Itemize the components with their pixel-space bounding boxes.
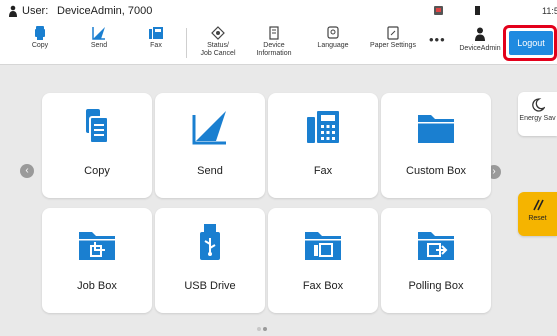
energy-saver-button[interactable]: Energy Sav (518, 92, 557, 136)
toolbar-send-button[interactable]: Send (84, 22, 114, 64)
toolbar-send-label: Send (90, 42, 108, 49)
admin-name: DeviceAdmin (459, 45, 501, 52)
toolbar-status-button[interactable]: Status/ Job Cancel (196, 22, 240, 64)
tile-copy[interactable]: Copy (42, 93, 152, 198)
energy-saver-label: Energy Sav (519, 115, 556, 122)
reset-icon (532, 199, 544, 211)
toolbar-status-label2: Job Cancel (200, 50, 236, 57)
logout-highlight: Logout (503, 25, 557, 61)
tile-polling-box[interactable]: Polling Box (381, 208, 491, 313)
tile-job-box-label: Job Box (77, 280, 117, 292)
more-options-icon[interactable]: ••• (429, 32, 446, 47)
tile-fax-box-label: Fax Box (302, 280, 344, 292)
send-icon (192, 111, 226, 145)
battery-icon (475, 6, 480, 15)
toolbar-device-info-button[interactable]: Device Information (252, 22, 296, 64)
moon-icon (531, 98, 545, 112)
admin-user-icon (475, 27, 485, 41)
page-dot-active (263, 327, 267, 331)
status-icon (211, 26, 225, 40)
device-status-icon[interactable] (434, 6, 443, 15)
previous-page-button[interactable]: ‹ (20, 164, 34, 178)
toolbar-paper-settings-label: Paper Settings (370, 42, 416, 49)
user-icon (9, 5, 17, 17)
tile-custom-box[interactable]: Custom Box (381, 93, 491, 198)
toolbar-language-label: Language (317, 42, 349, 49)
copy-icon (35, 26, 45, 40)
toolbar-divider (186, 28, 187, 58)
job-box-icon (79, 232, 115, 260)
toolbar-device-info-label1: Device (263, 42, 285, 49)
tile-usb-drive[interactable]: USB Drive (155, 208, 265, 313)
usb-drive-icon (200, 224, 220, 260)
reset-label: Reset (528, 215, 547, 222)
toolbar-fax-label: Fax (150, 42, 162, 49)
tile-polling-box-label: Polling Box (408, 280, 464, 292)
user-value: DeviceAdmin, 7000 (57, 5, 153, 17)
tile-job-box[interactable]: Job Box (42, 208, 152, 313)
tile-fax[interactable]: Fax (268, 93, 378, 198)
page-dot-inactive (257, 327, 261, 331)
tile-usb-drive-label: USB Drive (184, 280, 236, 292)
tile-custom-box-label: Custom Box (406, 165, 466, 177)
reset-button[interactable]: Reset (518, 192, 557, 236)
device-info-icon (269, 26, 279, 40)
toolbar: Copy Send Fax Status/ Job Cancel Device (0, 22, 557, 65)
fax-icon (149, 27, 163, 39)
device-admin-account: DeviceAdmin (456, 22, 504, 52)
fax-icon (307, 111, 339, 143)
toolbar-copy-button[interactable]: Copy (27, 22, 53, 64)
clock: 11:5 (542, 6, 557, 16)
toolbar-paper-settings-button[interactable]: Paper Settings (364, 22, 422, 64)
toolbar-device-info-label2: Information (256, 50, 292, 57)
tile-copy-label: Copy (84, 165, 110, 177)
logout-button[interactable]: Logout (509, 31, 553, 55)
user-label: User: (22, 5, 49, 17)
tile-fax-box[interactable]: Fax Box (268, 208, 378, 313)
polling-box-icon (418, 232, 454, 260)
toolbar-copy-label: Copy (31, 42, 49, 49)
fax-box-icon (305, 232, 341, 260)
status-bar: User: DeviceAdmin, 7000 11:5 (0, 0, 557, 22)
language-icon (327, 26, 339, 39)
tile-send-label: Send (197, 165, 223, 177)
folder-icon (418, 115, 454, 143)
page-indicator (256, 318, 268, 336)
toolbar-language-button[interactable]: Language (312, 22, 354, 64)
tile-fax-label: Fax (313, 165, 333, 177)
paper-settings-icon (387, 26, 399, 40)
copy-icon (86, 109, 109, 144)
tile-send[interactable]: Send (155, 93, 265, 198)
toolbar-fax-button[interactable]: Fax (143, 22, 169, 64)
toolbar-status-label1: Status/ (207, 42, 229, 49)
send-icon (92, 27, 105, 40)
